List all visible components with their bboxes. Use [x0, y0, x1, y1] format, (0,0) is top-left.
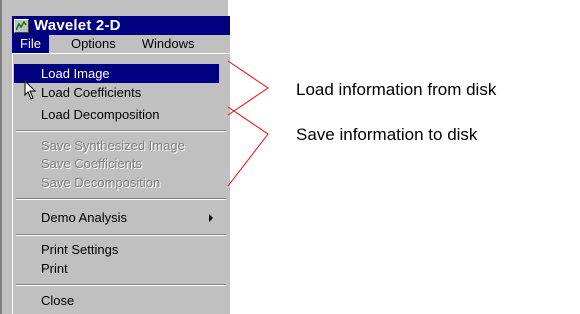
callout-brackets: [227, 60, 269, 187]
save-callout-text: Save information to disk: [296, 125, 478, 144]
save-callout-bracket: [227, 106, 269, 187]
load-callout-text: Load information from disk: [296, 80, 497, 99]
load-callout-bracket: [227, 60, 269, 116]
